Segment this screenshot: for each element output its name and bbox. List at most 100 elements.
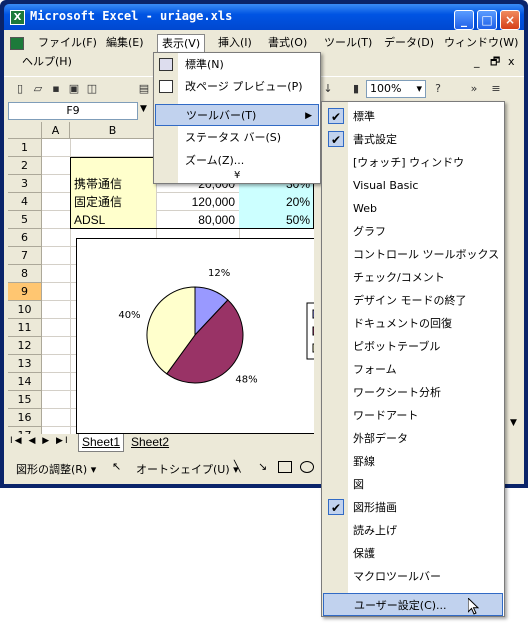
toolbar-menu-item-9[interactable]: ドキュメントの回復: [323, 312, 503, 335]
view-toolbars[interactable]: ツールバー(T) ▶: [155, 104, 319, 126]
toolbar-menu-item-0[interactable]: 標準: [323, 105, 503, 128]
print-preview-icon[interactable]: ◫: [84, 81, 100, 97]
menu-data[interactable]: データ(D): [380, 34, 438, 52]
next-sheet-icon[interactable]: ▶: [42, 436, 51, 446]
row-header-15[interactable]: 15: [8, 391, 42, 409]
toolbar-menu-item-11[interactable]: フォーム: [323, 358, 503, 381]
view-page-break-preview[interactable]: 改ページ プレビュー(P): [155, 76, 319, 98]
cell-b5[interactable]: ADSL: [70, 211, 156, 229]
cell-c5[interactable]: 80,000: [156, 211, 239, 229]
select-all[interactable]: [8, 122, 42, 139]
row-header-2[interactable]: 2: [8, 157, 42, 175]
toolbar-menu-item-16[interactable]: 図: [323, 473, 503, 496]
close-icon[interactable]: ×: [500, 10, 520, 30]
cell-b3[interactable]: 携帯通信: [70, 175, 156, 193]
toolbar-menu-item-17[interactable]: 図形描画: [323, 496, 503, 519]
row-header-6[interactable]: 6: [8, 229, 42, 247]
view-zoom[interactable]: ズーム(Z)...: [155, 150, 319, 172]
menu-view[interactable]: 表示(V): [157, 34, 206, 52]
row-header-7[interactable]: 7: [8, 247, 42, 265]
toolbar-menu-item-12[interactable]: ワークシート分析: [323, 381, 503, 404]
row-header-1[interactable]: 1: [8, 139, 42, 157]
expand-menu-icon[interactable]: ¥: [234, 170, 240, 181]
cell-d5[interactable]: 50%: [239, 211, 314, 229]
toolbar-menu-item-18[interactable]: 読み上げ: [323, 519, 503, 542]
open-icon[interactable]: ▱: [30, 81, 46, 97]
row-header-10[interactable]: 10: [8, 301, 42, 319]
column-header-b[interactable]: B: [70, 122, 156, 139]
minimize-icon[interactable]: _: [454, 10, 474, 30]
last-sheet-icon[interactable]: ▶I: [56, 436, 70, 446]
permission-icon[interactable]: ▣: [66, 81, 82, 97]
row-header-16[interactable]: 16: [8, 409, 42, 427]
name-box-dropdown-icon[interactable]: ▼: [140, 104, 147, 114]
toolbar-options-icon[interactable]: »: [466, 81, 482, 97]
row-header-12[interactable]: 12: [8, 337, 42, 355]
draw-adjust-menu[interactable]: 図形の調整(R) ▾: [16, 461, 96, 477]
row-header-17[interactable]: 17: [8, 427, 42, 434]
line-icon[interactable]: ╲: [234, 460, 241, 473]
cell-c4[interactable]: 120,000: [156, 193, 239, 211]
tab-sheet1[interactable]: Sheet1: [78, 434, 125, 452]
zoom-select[interactable]: 100% ▾: [366, 80, 426, 98]
sort-icon[interactable]: ↓: [320, 81, 336, 97]
menu-file[interactable]: ファイル(F): [34, 34, 101, 52]
toolbar-menu-item-1[interactable]: 書式設定: [323, 128, 503, 151]
scroll-down-icon[interactable]: ▼: [510, 418, 517, 428]
toolbar-menu-item-4[interactable]: Web: [323, 197, 503, 220]
toolbar-menu-item-6[interactable]: コントロール ツールボックス: [323, 243, 503, 266]
title-bar[interactable]: X Microsoft Excel - uriage.xls _ □ ×: [4, 4, 524, 30]
doc-close-icon[interactable]: x: [504, 53, 519, 71]
row-header-13[interactable]: 13: [8, 355, 42, 373]
tab-sheet2[interactable]: Sheet2: [128, 434, 172, 452]
autoshape-menu[interactable]: オートシェイプ(U) ▾: [136, 461, 239, 477]
vertical-scrollbar[interactable]: ▼: [508, 122, 524, 434]
menu-window[interactable]: ウィンドウ(W): [440, 34, 522, 52]
rectangle-icon[interactable]: [278, 461, 292, 473]
help-icon[interactable]: ?: [430, 81, 446, 97]
toolbar-menu-item-13[interactable]: ワードアート: [323, 404, 503, 427]
row-header-4[interactable]: 4: [8, 193, 42, 211]
print-icon[interactable]: ▤: [136, 81, 152, 97]
row-header-3[interactable]: 3: [8, 175, 42, 193]
menu-help[interactable]: ヘルプ(H): [18, 53, 76, 71]
view-normal[interactable]: 標準(N): [155, 54, 319, 76]
toolbar-menu-item-10[interactable]: ピボットテーブル: [323, 335, 503, 358]
row-header-14[interactable]: 14: [8, 373, 42, 391]
cell-b4[interactable]: 固定通信: [70, 193, 156, 211]
maximize-icon[interactable]: □: [477, 10, 497, 30]
toolbar-menu-item-7[interactable]: チェック/コメント: [323, 266, 503, 289]
row-header-11[interactable]: 11: [8, 319, 42, 337]
row-header-5[interactable]: 5: [8, 211, 42, 229]
align-icon[interactable]: ≡: [488, 81, 504, 97]
new-icon[interactable]: ▯: [12, 81, 28, 97]
menu-format[interactable]: 書式(O): [264, 34, 311, 52]
row-header-8[interactable]: 8: [8, 265, 42, 283]
toolbar-menu-item-3[interactable]: Visual Basic: [323, 174, 503, 197]
sheet-nav-arrows[interactable]: I◀ ◀ ▶ ▶I: [10, 436, 70, 446]
toolbar-menu-item-20[interactable]: マクロツールバー: [323, 565, 503, 588]
menu-edit[interactable]: 編集(E): [102, 34, 148, 52]
name-box[interactable]: F9: [8, 102, 138, 120]
toolbar-menu-item-14[interactable]: 外部データ: [323, 427, 503, 450]
column-header-a[interactable]: A: [42, 122, 70, 139]
prev-sheet-icon[interactable]: ◀: [28, 436, 37, 446]
view-status-bar[interactable]: ステータス バー(S): [155, 127, 319, 149]
toolbar-menu-item-2[interactable]: [ウォッチ] ウィンドウ: [323, 151, 503, 174]
menu-tools[interactable]: ツール(T): [320, 34, 376, 52]
doc-restore-icon[interactable]: 🗗: [486, 53, 504, 71]
select-pointer-icon[interactable]: ↖: [112, 460, 121, 473]
toolbar-menu-item-5[interactable]: グラフ: [323, 220, 503, 243]
oval-icon[interactable]: [300, 461, 314, 473]
toolbar-menu-item-15[interactable]: 罫線: [323, 450, 503, 473]
pie-chart[interactable]: 12% 48% 40%: [76, 238, 314, 434]
row-header-9[interactable]: 9: [8, 283, 42, 301]
menu-insert[interactable]: 挿入(I): [214, 34, 256, 52]
first-sheet-icon[interactable]: I◀: [10, 436, 24, 446]
arrow-icon[interactable]: ↘: [258, 460, 267, 473]
toolbar-menu-item-8[interactable]: デザイン モードの終了: [323, 289, 503, 312]
cell-d4[interactable]: 20%: [239, 193, 314, 211]
toolbar-menu-item-19[interactable]: 保護: [323, 542, 503, 565]
chart-wizard-icon[interactable]: ▮: [348, 81, 364, 97]
doc-minimize-icon[interactable]: _: [470, 53, 484, 71]
